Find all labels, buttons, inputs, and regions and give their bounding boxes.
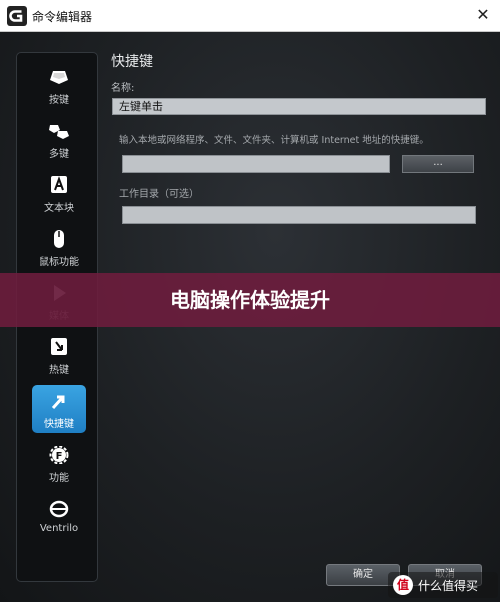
- hotkey-icon: [51, 338, 67, 355]
- logitech-g-icon: [7, 6, 27, 26]
- sidebar-item-label: Ventrilo: [39, 523, 79, 534]
- function-gear-icon: F: [49, 446, 69, 464]
- name-label: 名称:: [111, 83, 135, 94]
- working-dir-input[interactable]: [122, 206, 476, 224]
- sidebar-item-ventrilo[interactable]: Ventrilo: [32, 493, 86, 541]
- shortcut-arrow-icon: [51, 395, 65, 410]
- shortcut-hint: 输入本地或网络程序、文件、文件夹、计算机或 Internet 地址的快捷键。: [119, 135, 429, 146]
- close-icon: ✕: [476, 5, 490, 24]
- sidebar-item-multikey[interactable]: 多键: [32, 115, 86, 163]
- sidebar-item-label: 文本块: [44, 203, 74, 214]
- watermark-text: 什么值得买: [418, 579, 479, 593]
- sidebar-item-shortcut[interactable]: 快捷键: [32, 385, 86, 433]
- watermark: 值 什么值得买: [388, 572, 498, 598]
- sidebar-item-label: 快捷键: [44, 419, 74, 430]
- name-field[interactable]: 左键单击: [112, 98, 486, 115]
- watermark-logo-icon: 值: [393, 575, 413, 595]
- sidebar-item-function[interactable]: F 功能: [32, 439, 86, 487]
- keycap-icon: [50, 71, 68, 84]
- window-title: 命令编辑器: [32, 10, 93, 24]
- sidebar-item-keystroke[interactable]: 按键: [32, 61, 86, 109]
- sidebar-item-label: 功能: [49, 473, 69, 484]
- sidebar-item-hotkey[interactable]: 热键: [32, 331, 86, 379]
- browse-button[interactable]: ...: [402, 155, 474, 173]
- mouse-icon: [54, 230, 64, 248]
- close-button[interactable]: ✕: [470, 3, 496, 27]
- svg-text:F: F: [56, 451, 63, 462]
- sidebar-item-label: 热键: [49, 365, 69, 376]
- sidebar-item-text-block[interactable]: 文本块: [32, 169, 86, 217]
- sidebar-item-mouse-function[interactable]: 鼠标功能: [32, 223, 86, 271]
- sidebar-item-label: 按键: [49, 95, 69, 106]
- overlay-banner: 电脑操作体验提升: [0, 273, 500, 327]
- section-title: 快捷键: [111, 54, 153, 70]
- title-bar: 命令编辑器 ✕: [0, 0, 500, 32]
- sidebar-item-label: 鼠标功能: [39, 257, 79, 268]
- multikey-icon: [49, 125, 69, 139]
- banner-text: 电脑操作体验提升: [170, 288, 330, 312]
- sidebar-item-label: 多键: [49, 149, 69, 160]
- working-dir-label: 工作目录（可选）: [119, 189, 199, 200]
- shortcut-path-input[interactable]: [122, 155, 390, 173]
- ventrilo-icon: [49, 500, 69, 518]
- text-block-icon: [51, 176, 67, 193]
